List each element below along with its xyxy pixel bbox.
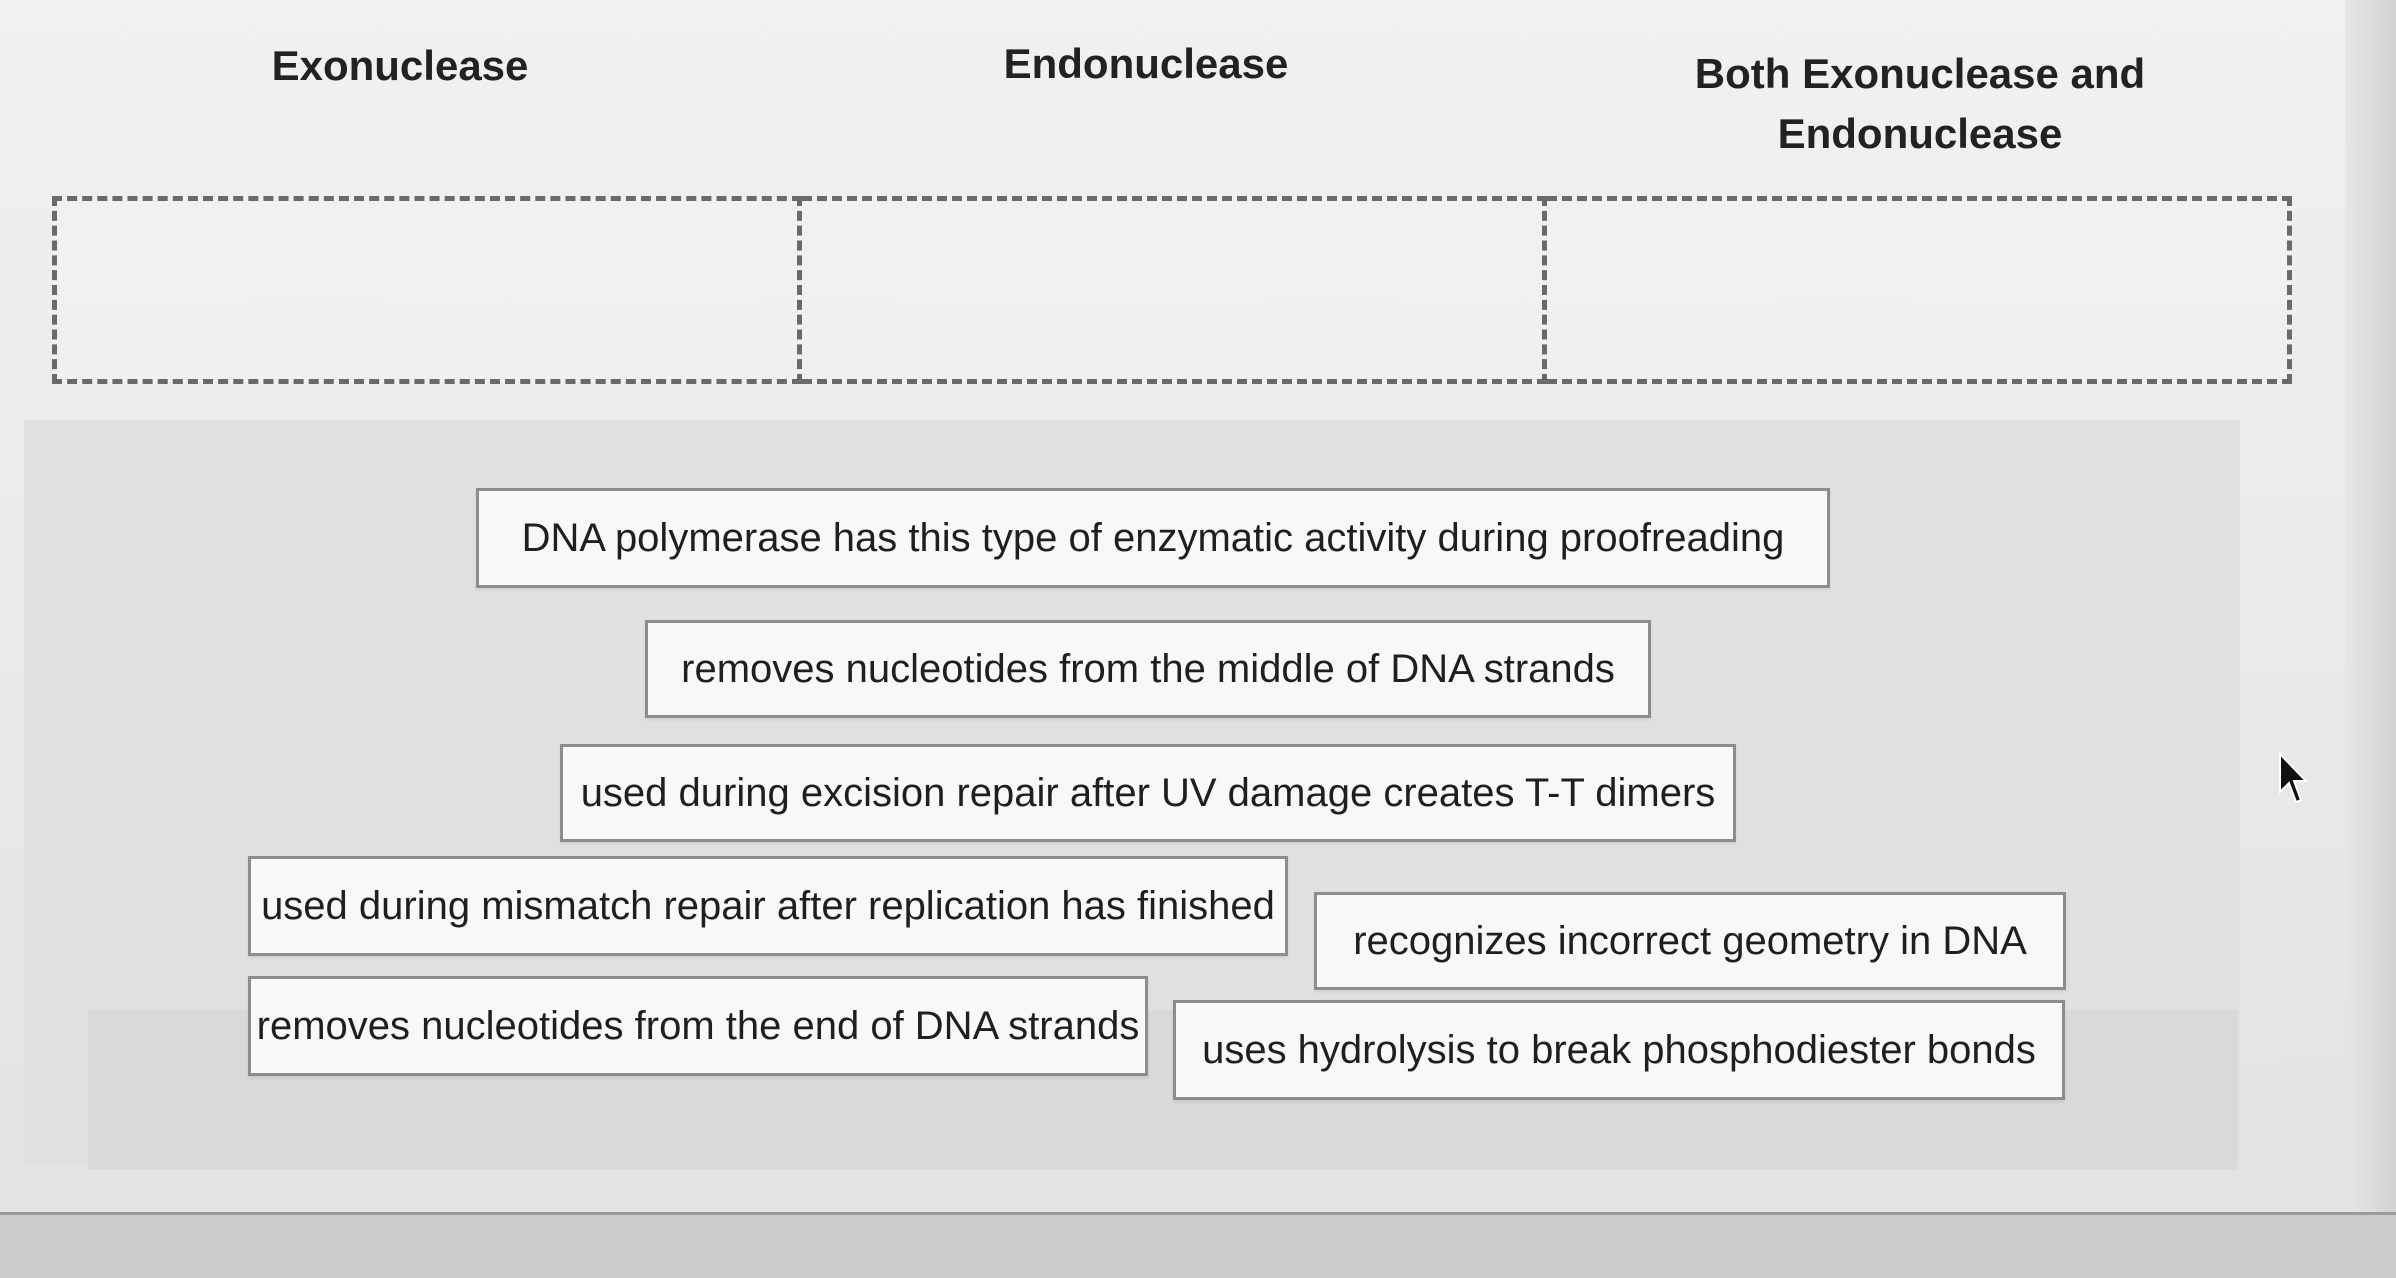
drop-zone-exonuclease[interactable] [52,196,802,384]
answer-tile[interactable]: used during excision repair after UV dam… [560,744,1736,842]
answer-tile[interactable]: used during mismatch repair after replic… [248,856,1288,956]
drag-drop-page: Exonuclease Endonuclease Both Exonucleas… [0,0,2396,1278]
column-header-both: Both Exonuclease and Endonuclease [1620,44,2220,164]
drop-zone-row [52,196,2292,384]
column-header-both-line2: Endonuclease [1777,110,2063,157]
page-bottom-edge [0,1212,2396,1278]
answer-tile[interactable]: uses hydrolysis to break phosphodiester … [1173,1000,2065,1100]
column-header-endonuclease: Endonuclease [1003,40,1289,87]
mouse-pointer-icon [2279,752,2308,804]
answer-tile[interactable]: removes nucleotides from the end of DNA … [248,976,1148,1076]
column-header-exonuclease: Exonuclease [271,42,529,89]
column-header-both-line1: Both Exonuclease and [1694,50,2146,97]
drop-zone-endonuclease[interactable] [802,196,1547,384]
answer-tile[interactable]: recognizes incorrect geometry in DNA [1314,892,2066,990]
page-edge-shadow [2345,0,2396,1212]
answer-tile[interactable]: DNA polymerase has this type of enzymati… [476,488,1830,588]
answer-tile[interactable]: removes nucleotides from the middle of D… [645,620,1651,718]
drop-zone-both[interactable] [1547,196,2292,384]
